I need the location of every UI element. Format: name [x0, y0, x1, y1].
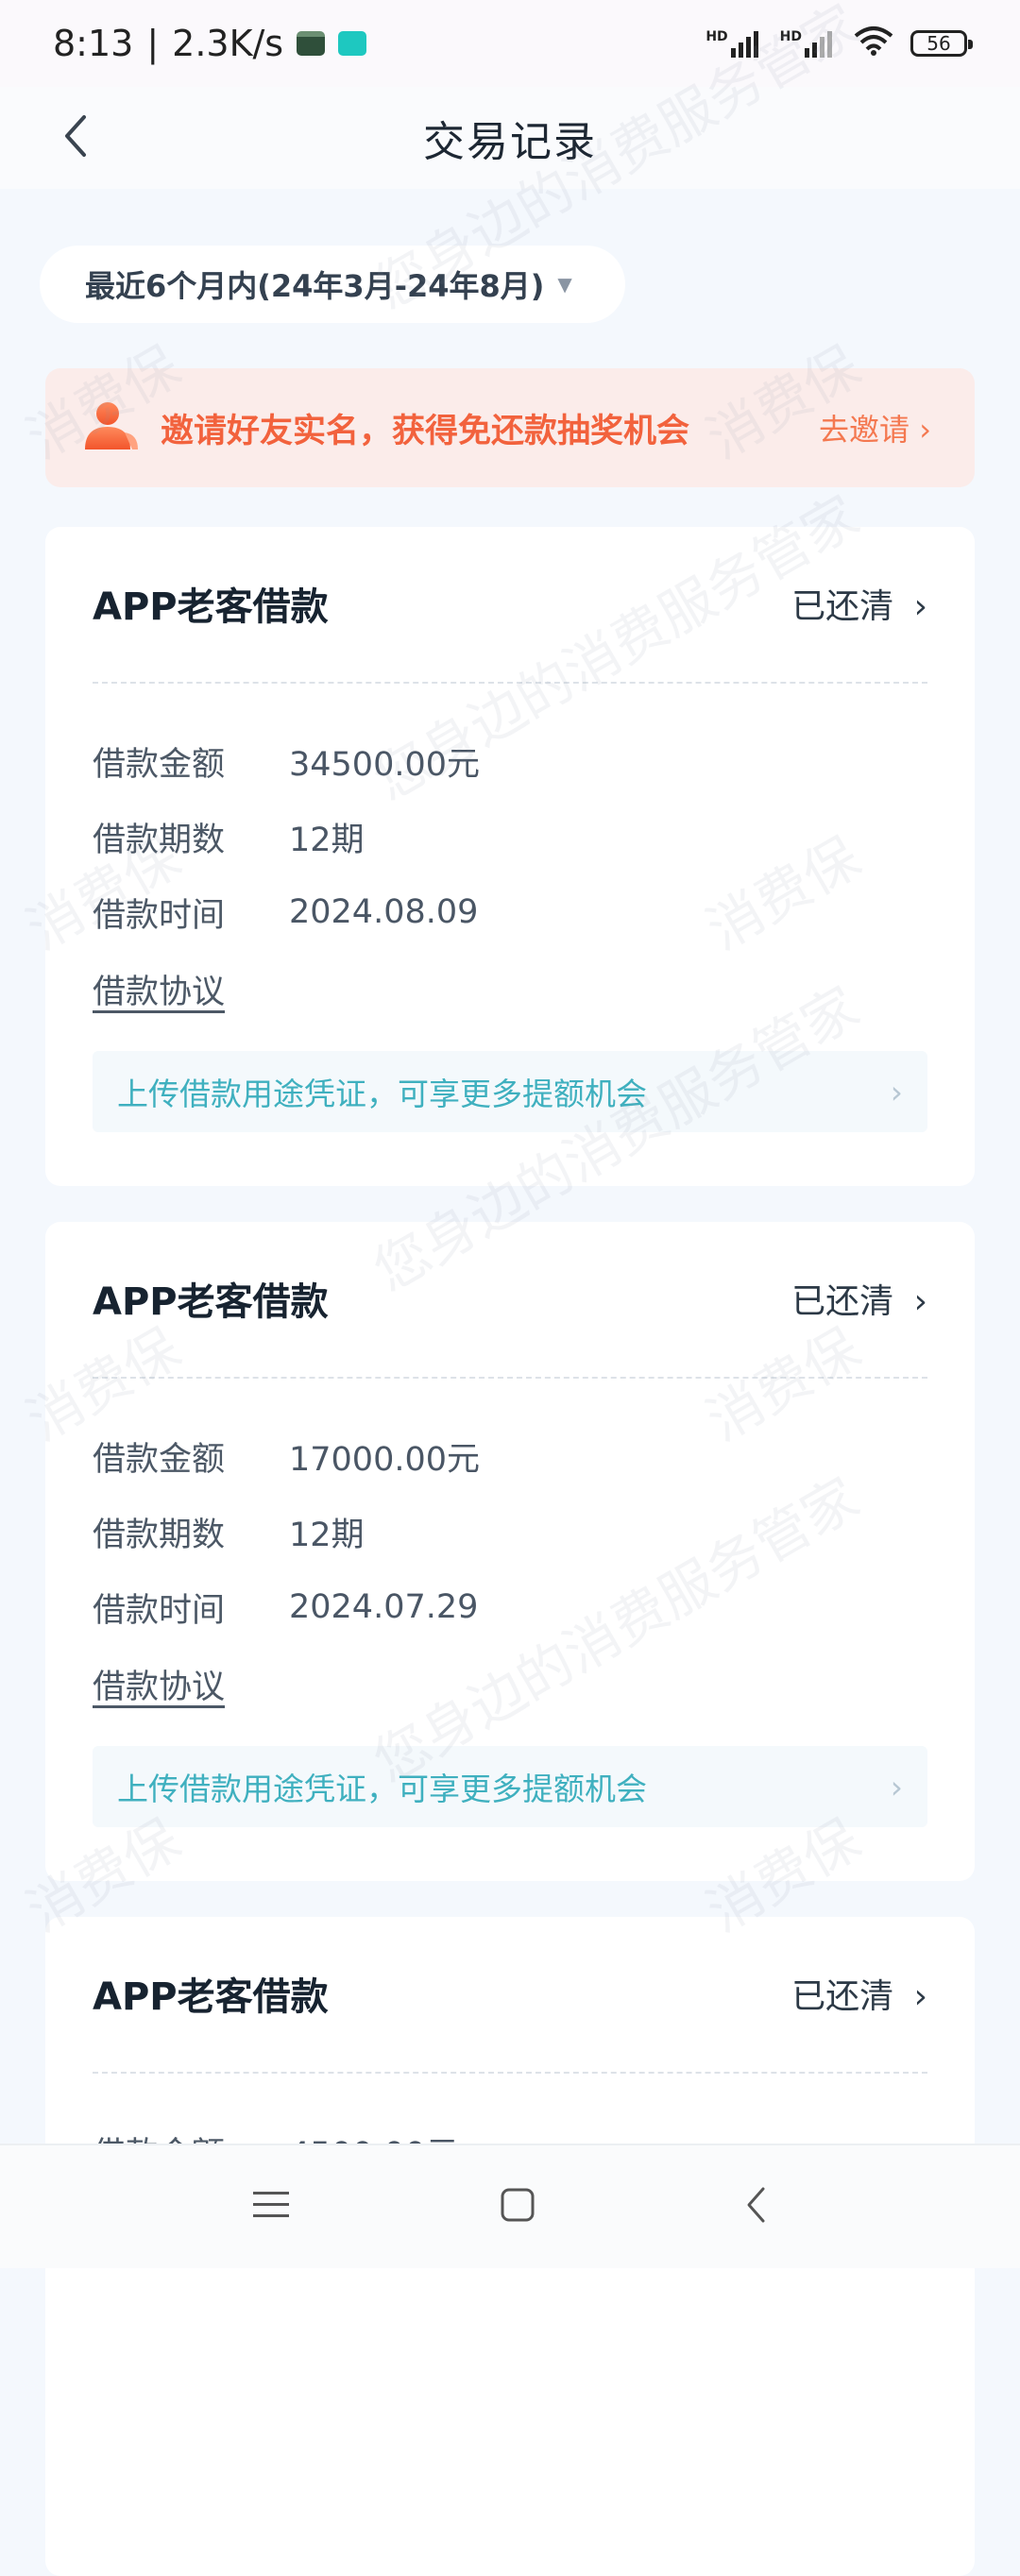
loan-amount-value: 34500.00元	[289, 745, 481, 784]
loan-agreement-link[interactable]: 借款协议	[93, 1660, 225, 1708]
loan-amount-value: 17000.00元	[289, 1440, 481, 1479]
loan-amount-row: 借款金额 17000.00元	[93, 1428, 480, 1484]
wallet-app-icon	[297, 31, 326, 56]
loan-time-row: 借款时间 2024.07.29	[93, 1579, 478, 1635]
page-title: 交易记录	[423, 118, 597, 166]
divider	[93, 1377, 927, 1379]
chat-app-icon	[338, 31, 367, 56]
chevron-left-icon	[61, 113, 90, 162]
loan-time-value: 2024.07.29	[289, 1588, 479, 1626]
loan-status[interactable]: 已还清 ›	[791, 1274, 927, 1323]
loan-card-header[interactable]: APP老客借款 已还清 ›	[93, 1960, 927, 2026]
status-left: 8:13 | 2.3K/s	[53, 23, 367, 64]
upload-proof-tip[interactable]: 上传借款用途凭证，可享更多提额机会 ›	[93, 1051, 927, 1132]
network-speed: 2.3K/s	[172, 23, 284, 64]
signal-icon: HD	[706, 29, 762, 58]
loan-status[interactable]: 已还清 ›	[791, 579, 927, 628]
loan-record-card: APP老客借款 已还清 › 借款金额 17000.00元 借款期数 12期 借款…	[45, 1222, 975, 1881]
status-separator: |	[146, 23, 160, 64]
status-time: 8:13	[53, 23, 134, 64]
loan-time-label: 借款时间	[93, 1591, 226, 1630]
loan-periods-row: 借款期数 12期	[93, 808, 365, 865]
loan-title: APP老客借款	[93, 1280, 329, 1324]
loan-title: APP老客借款	[93, 1975, 329, 2019]
divider	[93, 2072, 927, 2074]
loan-status-label: 已还清	[791, 1282, 894, 1321]
invite-button[interactable]: 去邀请 ›	[819, 406, 931, 449]
loan-status[interactable]: 已还清 ›	[791, 1969, 927, 2018]
chevron-right-icon: ›	[913, 1282, 927, 1321]
back-button[interactable]	[38, 100, 113, 176]
upload-proof-text: 上传借款用途凭证，可享更多提额机会	[117, 1076, 647, 1112]
wifi-icon	[854, 23, 893, 64]
menu-icon[interactable]	[251, 2188, 291, 2226]
loan-time-label: 借款时间	[93, 896, 226, 935]
home-icon[interactable]	[499, 2186, 536, 2228]
signal-icon: HD	[780, 29, 837, 58]
loan-amount-row: 借款金额 34500.00元	[93, 733, 480, 789]
loan-title: APP老客借款	[93, 585, 329, 629]
date-range-filter[interactable]: 最近6个月内(24年3月-24年8月) ▼	[40, 246, 625, 323]
divider	[93, 682, 927, 684]
user-icon	[83, 400, 140, 455]
chevron-right-icon: ›	[919, 412, 931, 448]
signal-hd-label: HD	[706, 29, 728, 44]
loan-record-card: APP老客借款 已还清 › 借款金额 34500.00元 借款期数 12期 借款…	[45, 527, 975, 1186]
loan-periods-label: 借款期数	[93, 1516, 226, 1554]
signal-hd-label: HD	[779, 29, 802, 44]
caret-down-icon: ▼	[557, 273, 572, 296]
loan-card-header[interactable]: APP老客借款 已还清 ›	[93, 570, 927, 636]
upload-proof-tip[interactable]: 上传借款用途凭证，可享更多提额机会 ›	[93, 1746, 927, 1827]
chevron-right-icon: ›	[913, 587, 927, 626]
loan-card-header[interactable]: APP老客借款 已还清 ›	[93, 1265, 927, 1331]
battery-icon: 56	[910, 30, 973, 57]
loan-time-value: 2024.08.09	[289, 893, 479, 931]
loan-agreement-link[interactable]: 借款协议	[93, 965, 225, 1013]
nav-header: 交易记录	[0, 87, 1020, 189]
back-icon[interactable]	[744, 2185, 769, 2229]
loan-amount-label: 借款金额	[93, 1440, 226, 1479]
loan-time-row: 借款时间 2024.08.09	[93, 884, 478, 941]
invite-banner[interactable]: 邀请好友实名，获得免还款抽奖机会 去邀请 ›	[45, 368, 975, 487]
system-nav-bar	[0, 2144, 1020, 2268]
loan-amount-label: 借款金额	[93, 745, 226, 784]
chevron-right-icon: ›	[913, 1977, 927, 2016]
loan-periods-label: 借款期数	[93, 821, 226, 859]
chevron-right-icon: ›	[890, 1768, 903, 1805]
upload-proof-text: 上传借款用途凭证，可享更多提额机会	[117, 1771, 647, 1807]
loan-periods-row: 借款期数 12期	[93, 1503, 365, 1560]
invite-button-label: 去邀请	[819, 412, 910, 448]
chevron-right-icon: ›	[890, 1073, 903, 1110]
loan-periods-value: 12期	[289, 1516, 365, 1554]
loan-status-label: 已还清	[791, 1977, 894, 2016]
loan-periods-value: 12期	[289, 821, 365, 859]
status-bar: 8:13 | 2.3K/s HD HD 56	[0, 0, 1020, 87]
invite-text: 邀请好友实名，获得免还款抽奖机会	[161, 412, 690, 450]
date-range-label: 最近6个月内(24年3月-24年8月)	[85, 268, 545, 304]
loan-status-label: 已还清	[791, 587, 894, 626]
status-right: HD HD 56	[706, 23, 973, 64]
